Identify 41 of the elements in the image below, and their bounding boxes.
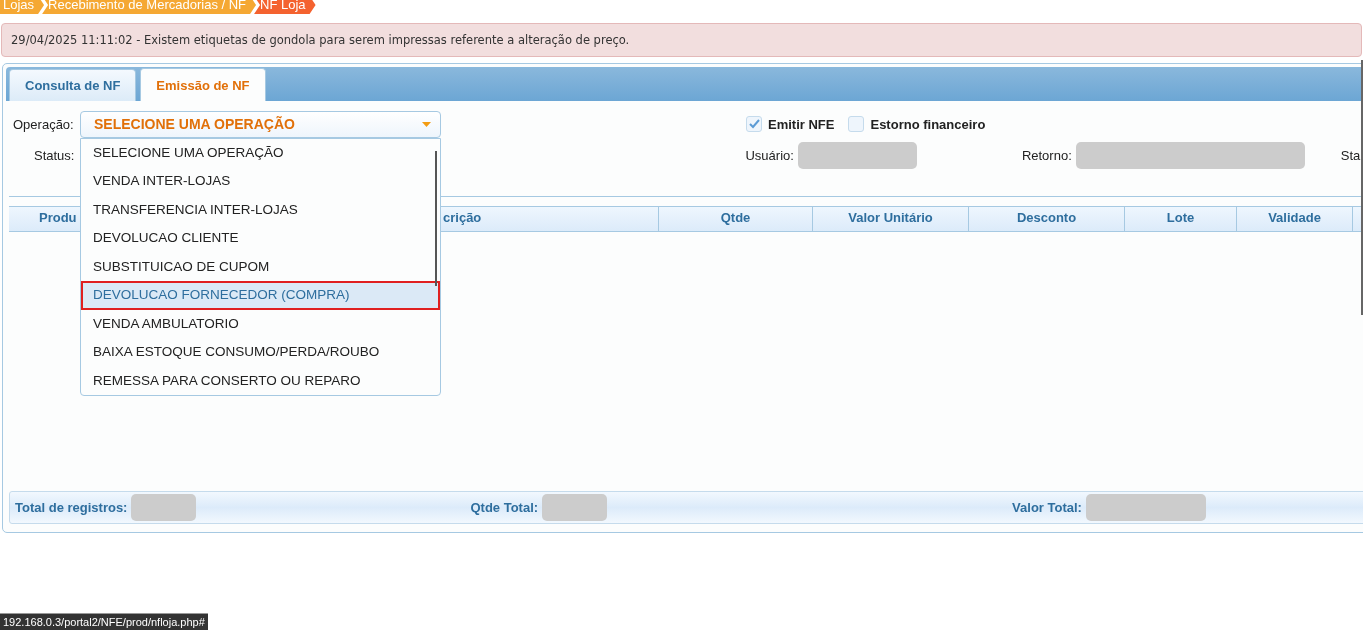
checkbox-label: Estorno financeiro [870,116,986,132]
total-label: Qtde Total: [470,500,539,515]
column-header[interactable]: Valor Unitário [813,207,969,231]
dropdown-option[interactable]: SELECIONE UMA OPERAÇÃO [81,138,440,167]
total-label: Valor Total: [1012,500,1082,515]
total-field [131,494,197,521]
checkbox-label: Emitir NFE [768,116,835,132]
column-header[interactable]: Produ [9,207,81,231]
column-header[interactable]: Qtde [659,207,813,231]
dropdown-option[interactable]: TRANSFERENCIA INTER-LOJAS [81,195,440,224]
column-header[interactable]: Validade [1237,207,1353,231]
status-url: 192.168.0.3/portal2/NFE/prod/nfloja.php# [0,613,208,630]
field-label: Retorno: [1021,147,1072,163]
field-label: Usuário: [745,147,794,163]
dropdown-option[interactable]: VENDA INTER-LOJAS [81,167,440,196]
status-label: Status: [34,147,75,163]
total-label: Total de registros: [15,500,128,515]
dropdown-option[interactable]: DEVOLUCAO FORNECEDOR (COMPRA) [81,281,440,310]
dropdown-option[interactable]: REMESSA PARA CONSERTO OU REPARO [81,366,440,395]
dropdown-option[interactable]: SUBSTITUICAO DE CUPOM [81,252,440,281]
dropdown-option[interactable]: VENDA AMBULATORIO [81,309,440,338]
tab[interactable]: Consulta de NF [9,69,137,101]
checkbox[interactable] [848,116,865,132]
input-field[interactable] [1075,141,1305,169]
operation-select[interactable]: SELECIONE UMA OPERAÇÃO [80,110,441,138]
breadcrumb-item[interactable]: NF Loja [254,0,316,14]
alert-message: 29/04/2025 11:11:02 - Existem etiquetas de gondola para serem impressas referente a alteração de preço. [1,23,1362,57]
total-field [542,494,608,521]
column-header[interactable]: Desconto [969,207,1125,231]
caret-icon [422,121,431,127]
column-header[interactable]: crição [441,207,659,231]
field-label: Sta [1340,147,1361,163]
scrollbar[interactable] [435,150,437,286]
tab[interactable]: Emissão de NF [140,68,266,101]
operation-label: Operação: [13,116,75,132]
dropdown-option[interactable]: DEVOLUCAO CLIENTE [81,224,440,253]
checkbox[interactable] [746,116,762,132]
dropdown-option[interactable]: BAIXA ESTOQUE CONSUMO/PERDA/ROUBO [81,338,440,367]
column-header[interactable]: Lote [1125,207,1237,231]
scrollbar[interactable] [1361,60,1363,315]
input-field[interactable] [797,141,917,169]
